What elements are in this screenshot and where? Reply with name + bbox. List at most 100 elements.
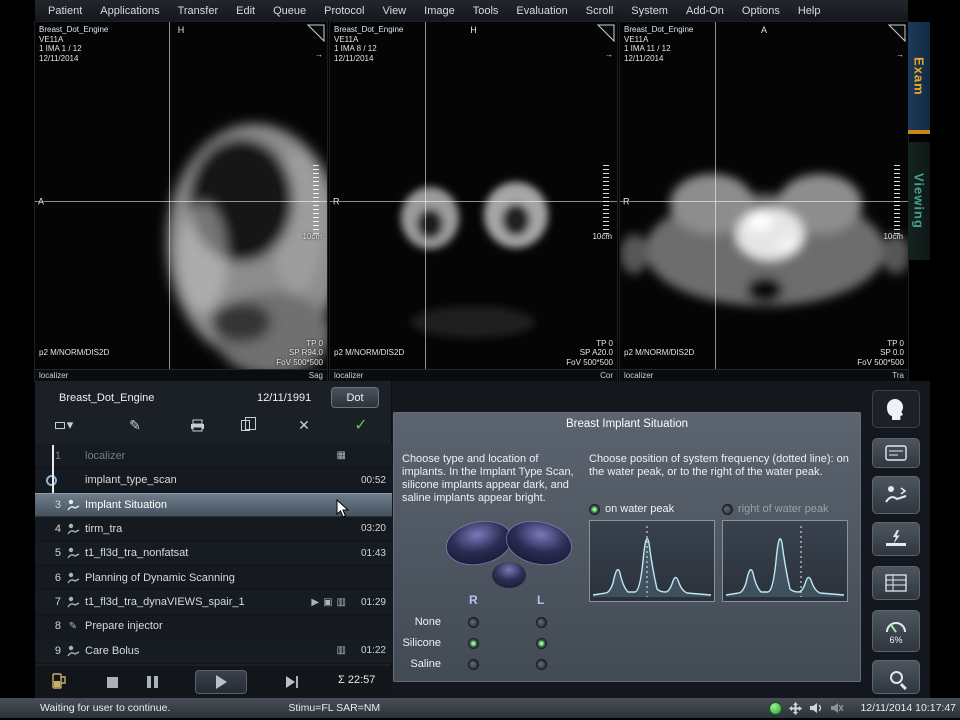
radio-icon[interactable] — [589, 504, 600, 515]
viewport-footer: localizer Sag — [35, 369, 327, 381]
menu-evaluation[interactable]: Evaluation — [507, 5, 576, 17]
speaker-icon[interactable] — [809, 702, 823, 714]
dialog-title: Breast Implant Situation — [394, 418, 860, 430]
menu-tools[interactable]: Tools — [464, 5, 508, 17]
menu-transfer[interactable]: Transfer — [169, 5, 228, 17]
image-annotation-bottomright: TP 0SP A20.0FoV 500*500 — [566, 339, 613, 368]
check-icon: ✓ — [354, 415, 367, 435]
step-t1-fl3d-tra-dynaviews[interactable]: 7 t1_fl3d_tra_dynaVIEWS_spair_1 ▶ ▣ ▥ 01… — [35, 590, 392, 614]
menu-applications[interactable]: Applications — [91, 5, 168, 17]
sar-gauge-button[interactable]: 6% — [872, 610, 920, 652]
viewport-coronal[interactable]: 10cm → Breast_Dot_EngineVE11A 1 IMA 8 / … — [330, 22, 617, 381]
exam-card-button[interactable] — [872, 438, 920, 468]
tab-viewing[interactable]: Viewing — [908, 142, 930, 260]
confirm-step-button[interactable]: ✓ — [343, 414, 379, 436]
menu-view[interactable]: View — [373, 5, 415, 17]
step-tirm-tra[interactable]: 4 tirm_tra 03:20 — [35, 517, 392, 541]
radio-silicone-right[interactable] — [468, 638, 479, 649]
step-t1-fl3d-tra-nonfatsat[interactable]: 5 t1_fl3d_tra_nonfatsat 01:43 — [35, 542, 392, 566]
tab-exam[interactable]: Exam — [908, 22, 930, 134]
application-window: Patient Applications Transfer Edit Queue… — [0, 0, 960, 720]
view-options-button[interactable]: ▾ — [43, 414, 85, 436]
orientation-top: H — [470, 26, 477, 36]
patient-step-icon — [67, 523, 80, 535]
card-icon — [885, 445, 907, 461]
page-fold-icon[interactable] — [306, 23, 326, 43]
dot-button[interactable]: Dot — [331, 387, 379, 408]
next-image-icon[interactable]: → — [896, 50, 904, 60]
menu-image[interactable]: Image — [415, 5, 464, 17]
step-implant-type-scan[interactable]: implant_type_scan 00:52 — [35, 468, 392, 492]
stop-button[interactable] — [101, 671, 123, 693]
speaker-muted-icon[interactable] — [830, 702, 844, 714]
implant-option-silicone: Silicone — [394, 635, 441, 651]
play-indicator-icon: ▶ — [311, 597, 319, 608]
menu-queue[interactable]: Queue — [264, 5, 315, 17]
start-scan-button[interactable] — [195, 670, 247, 694]
zoom-button[interactable] — [872, 660, 920, 694]
page-fold-icon[interactable] — [596, 23, 616, 43]
copy-button[interactable] — [229, 414, 261, 436]
crosshair-horizontal[interactable] — [330, 201, 617, 202]
patient-communication-button[interactable] — [872, 390, 920, 428]
exam-sidebar-tools: 6% — [863, 381, 930, 698]
skip-button[interactable] — [279, 671, 305, 693]
menu-addon[interactable]: Add-On — [677, 5, 733, 17]
menu-system[interactable]: System — [622, 5, 677, 17]
table-motion-button[interactable] — [872, 522, 920, 556]
insert-position-marker — [52, 445, 54, 493]
image-annotation-topleft: Breast_Dot_EngineVE11A 1 IMA 1 / 1212/11… — [39, 25, 108, 63]
viewport-axial[interactable]: 10cm → Breast_Dot_EngineVE11A 1 IMA 11 /… — [620, 22, 908, 381]
next-image-icon[interactable]: → — [315, 50, 323, 60]
patient-position-button[interactable] — [872, 476, 920, 514]
menu-scroll[interactable]: Scroll — [577, 5, 623, 17]
scale-ruler — [313, 165, 319, 237]
step-prepare-injector[interactable]: 8 ✎ Prepare injector — [35, 615, 392, 639]
crosshair-vertical[interactable] — [169, 22, 170, 369]
scale-label: 10cm — [302, 232, 322, 242]
radio-saline-right[interactable] — [468, 659, 479, 670]
system-datetime: 12/11/2014 10:17:47 — [860, 702, 956, 714]
menu-edit[interactable]: Edit — [227, 5, 264, 17]
menu-protocol[interactable]: Protocol — [315, 5, 373, 17]
pan-icon[interactable] — [789, 702, 802, 715]
page-fold-icon[interactable] — [887, 23, 907, 43]
menu-patient[interactable]: Patient — [39, 5, 91, 17]
step-planning-dynamic-scanning[interactable]: 6 Planning of Dynamic Scanning — [35, 566, 392, 590]
step-localizer[interactable]: 1 localizer ▦ — [35, 444, 392, 468]
protocol-step-list: 1 localizer ▦ implant_type_scan 00:52 3 — [35, 444, 392, 664]
protocol-table-button[interactable] — [872, 566, 920, 600]
radio-none-right[interactable] — [468, 617, 479, 628]
sequence-name: localizer — [39, 371, 68, 380]
radio-right-of-water-peak[interactable]: right of water peak — [722, 503, 829, 515]
crosshair-horizontal[interactable] — [35, 201, 327, 202]
scale-ruler — [894, 165, 900, 237]
bottom-region: Breast_Dot_Engine 12/11/1991 Dot ▾ ✎ — [35, 381, 930, 698]
edit-protocol-button[interactable]: ✎ — [119, 414, 151, 436]
radio-on-water-peak[interactable]: on water peak — [589, 503, 674, 515]
dropdown-icon: ▾ — [67, 417, 74, 433]
pause-button[interactable] — [141, 671, 163, 693]
image-annotation-bottomright: TP 0SP 0.0FoV 500*500 — [857, 339, 904, 368]
radio-none-left[interactable] — [536, 617, 547, 628]
next-image-icon[interactable]: → — [605, 50, 613, 60]
cancel-step-button[interactable]: ✕ — [287, 414, 321, 436]
radio-silicone-left[interactable] — [536, 638, 547, 649]
radio-icon[interactable] — [722, 504, 733, 515]
viewport-sagittal[interactable]: 10cm → Breast_Dot_EngineVE11A 1 IMA 1 / … — [35, 22, 327, 381]
breast-implant-situation-dialog: Breast Implant Situation Choose type and… — [393, 412, 861, 682]
crosshair-vertical[interactable] — [425, 22, 426, 369]
menu-options[interactable]: Options — [733, 5, 789, 17]
patient-move-icon — [884, 484, 908, 506]
menu-help[interactable]: Help — [789, 5, 830, 17]
step-care-bolus[interactable]: 9 Care Bolus ▥ 01:22 — [35, 639, 392, 663]
injector-icon[interactable] — [49, 671, 67, 691]
window-icon — [55, 422, 65, 429]
crosshair-vertical[interactable] — [715, 22, 716, 369]
label-left-side: L — [537, 593, 544, 607]
print-button[interactable] — [181, 414, 213, 436]
status-message: Waiting for user to continue. — [40, 702, 170, 714]
stimulation-status: Stimu=FL SAR=NM — [288, 702, 380, 714]
crosshair-horizontal[interactable] — [620, 201, 908, 202]
radio-saline-left[interactable] — [536, 659, 547, 670]
